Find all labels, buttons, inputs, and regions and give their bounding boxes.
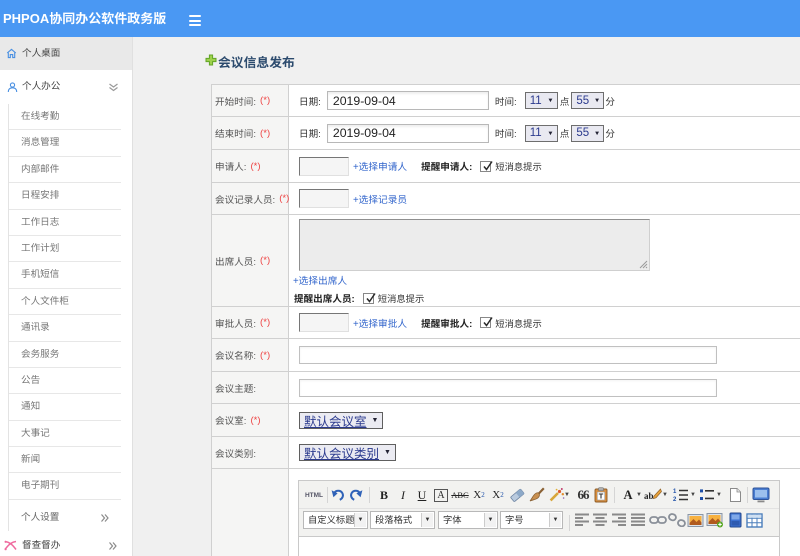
svg-text:2: 2 bbox=[673, 497, 677, 503]
svg-text:ab: ab bbox=[644, 491, 654, 501]
svg-text:1: 1 bbox=[673, 489, 677, 495]
